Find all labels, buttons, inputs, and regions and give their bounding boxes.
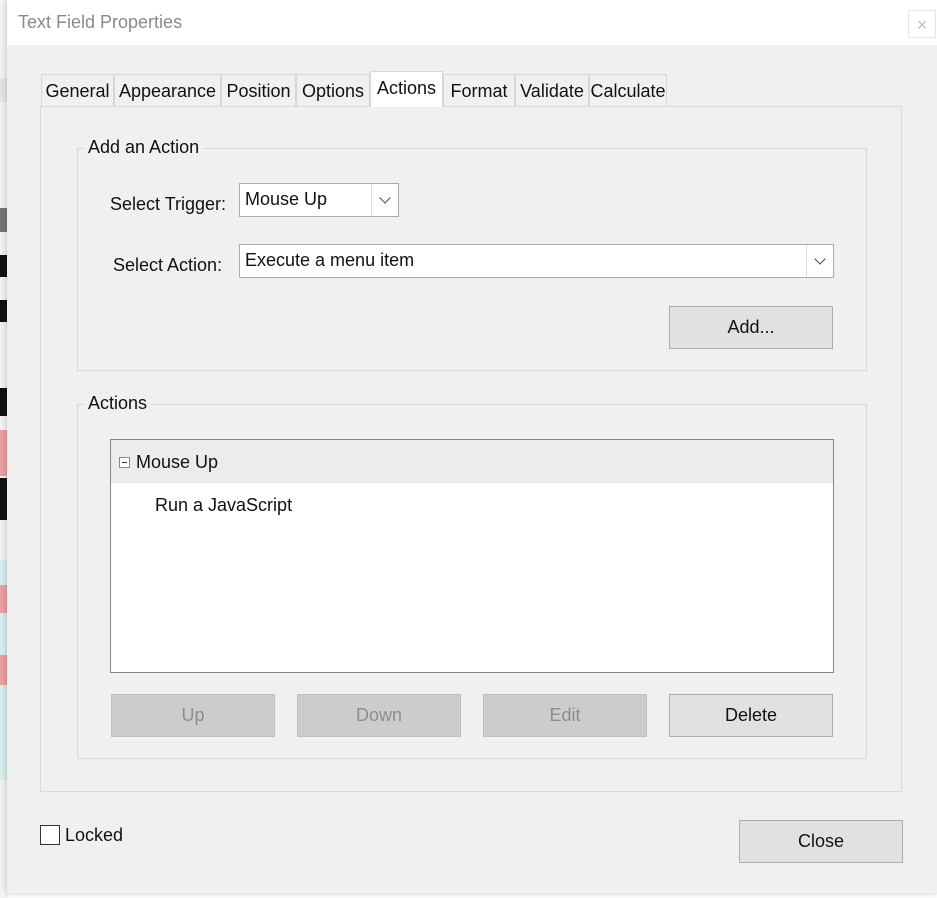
down-button[interactable]: Down [297,694,461,737]
up-button[interactable]: Up [111,694,275,737]
select-action-label: Select Action: [113,255,223,275]
tab-format[interactable]: Format [443,74,515,106]
trigger-dropdown-value: Mouse Up [245,189,328,209]
title-bar: Text Field Properties × [7,0,937,45]
tab-general[interactable]: General [41,74,114,106]
tab-calculate[interactable]: Calculate [589,74,667,106]
dialog-title: Text Field Properties [18,12,183,32]
tree-item-mouse-up[interactable]: Mouse Up [111,440,833,483]
tab-actions[interactable]: Actions [370,71,443,107]
tree-item-label: Mouse Up [136,452,219,472]
actions-group-label: Actions [84,393,152,414]
actions-tree[interactable]: Mouse Up Run a JavaScript [110,439,834,673]
trigger-dropdown[interactable]: Mouse Up [239,183,399,217]
tree-item-run-javascript[interactable]: Run a JavaScript [155,495,292,516]
delete-button[interactable]: Delete [669,694,833,737]
select-trigger-label: Select Trigger: [110,194,227,214]
text-field-properties-dialog: Text Field Properties × General Appearan… [7,0,937,893]
locked-checkbox[interactable] [40,825,60,845]
tab-validate[interactable]: Validate [515,74,589,106]
action-dropdown[interactable]: Execute a menu item [239,244,834,278]
close-icon[interactable]: × [908,10,936,38]
add-action-group-label: Add an Action [84,137,204,158]
add-button[interactable]: Add... [669,306,833,349]
tab-position[interactable]: Position [221,74,296,106]
locked-label: Locked [65,825,124,845]
chevron-down-icon[interactable] [371,184,398,216]
tab-appearance[interactable]: Appearance [114,74,221,106]
edit-button[interactable]: Edit [483,694,647,737]
close-button[interactable]: Close [739,820,903,863]
collapse-icon[interactable] [119,457,130,468]
chevron-down-icon[interactable] [806,245,833,277]
action-dropdown-value: Execute a menu item [245,250,415,270]
tab-options[interactable]: Options [296,74,370,106]
